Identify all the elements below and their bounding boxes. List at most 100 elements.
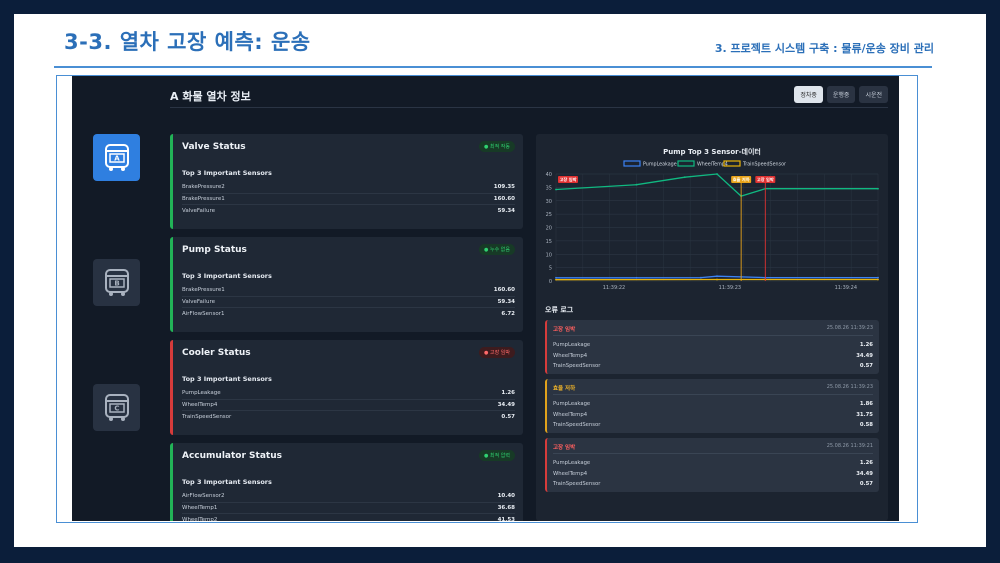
card-subtitle: Top 3 Important Sensors (182, 272, 272, 280)
sensor-row: PumpLeakage 1.26 (182, 388, 515, 400)
log-sensor-row: TrainSpeedSensor 0.58 (553, 420, 873, 431)
sensor-row: AirFlowSensor2 10.40 (182, 491, 515, 503)
sensor-panel: Pump Top 3 Sensor-데이터 0 5 10 15 20 25 30 35 40 11… (536, 134, 888, 521)
sensor-line-chart: 0 5 10 15 20 25 30 35 40 11:39:22 11:39:23 11:39:24… (546, 160, 879, 291)
sensor-value: 0.57 (859, 363, 873, 370)
y-tick-label: 15 (546, 239, 552, 245)
train-tile-a[interactable]: A (93, 134, 140, 181)
page-title: A 화물 열차 정보 (170, 90, 251, 103)
sensor-row: WheelTemp2 41.53 (182, 514, 515, 521)
log-divider (553, 453, 873, 454)
sensor-name: WheelTemp4 (182, 401, 218, 408)
error-log-item[interactable]: 고장 임박 25.08.26 11:39:23 PumpLeakage 1.26 Whe… (545, 320, 879, 374)
sensor-value: 1.86 (859, 401, 873, 408)
sensor-name: BrakePressure1 (182, 287, 225, 294)
train-letter: B (114, 279, 119, 287)
sensor-name: WheelTemp4 (553, 352, 588, 359)
error-log-item[interactable]: 고장 임박 25.08.26 11:39:21 PumpLeakage 1.26 Whe… (545, 438, 879, 492)
sensor-name: WheelTemp1 (182, 504, 218, 511)
legend-label: WheelTemp4 (697, 162, 728, 168)
sensor-value: 10.40 (497, 493, 515, 500)
sensor-name: ValveFailure (182, 207, 215, 214)
card-title: Pump Status (182, 245, 247, 255)
legend-label: PumpLeakage (643, 162, 677, 168)
y-tick-label: 40 (546, 172, 552, 178)
sensor-list: BrakePressure2 109.35 BrakePressure1 160.60… (182, 182, 515, 217)
sensor-name: PumpLeakage (182, 390, 221, 397)
sensor-row: ValveFailure 59.34 (182, 297, 515, 308)
legend-label: TrainSpeedSensor (742, 162, 786, 168)
train-tile-b[interactable]: B (93, 259, 140, 306)
annotation-label: 고장 임박 (757, 176, 774, 183)
sensor-value: 41.53 (497, 516, 515, 521)
train-tile-c[interactable]: C (93, 384, 140, 431)
card-title: Accumulator Status (182, 451, 282, 461)
log-sensor-row: WheelTemp4 31.75 (553, 410, 873, 421)
sensor-value: 1.26 (501, 390, 515, 397)
x-tick-label: 11:39:24 (835, 285, 857, 291)
y-tick-label: 25 (546, 212, 552, 218)
log-sensor-list: PumpLeakage 1.86 WheelTemp4 31.75 TrainSpeed… (553, 399, 873, 431)
sensor-value: 34.49 (497, 401, 515, 408)
data-point (635, 276, 638, 279)
log-type: 고장 임박 (553, 445, 576, 451)
train-icon: B (104, 268, 129, 296)
data-point (716, 275, 718, 278)
sensor-value: 34.49 (856, 470, 873, 477)
sensor-row: TrainSpeedSensor 0.57 (182, 411, 515, 423)
sensor-row: BrakePressure2 109.35 (182, 182, 515, 194)
y-tick-label: 0 (549, 279, 552, 285)
log-sensor-row: TrainSpeedSensor 0.57 (553, 361, 873, 372)
data-point (555, 188, 557, 191)
x-tick-label: 11:39:22 (603, 285, 625, 291)
test-run-button[interactable]: 시운전 (859, 86, 888, 103)
running-button[interactable]: 운행중 (826, 86, 856, 103)
sensor-value: 31.75 (856, 411, 873, 418)
dashboard-app: A 화물 열차 정보 정차중 운행중 시운전 A B C Valve Status ●… (72, 76, 899, 521)
valve-status-card: Valve Status ● 최적 작동 Top 3 Important Senso… (170, 134, 523, 229)
stopped-button[interactable]: 정차중 (794, 86, 823, 103)
data-point (635, 183, 638, 186)
sensor-value: 34.49 (856, 352, 873, 359)
x-tick-label: 11:39:23 (719, 285, 741, 291)
sensor-name: BrakePressure1 (182, 195, 225, 202)
sensor-value: 160.60 (493, 195, 515, 202)
sensor-name: AirFlowSensor2 (182, 493, 225, 500)
sensor-name: TrainSpeedSensor (553, 481, 601, 488)
data-point (555, 276, 557, 279)
log-type: 효율 저하 (553, 386, 576, 392)
sensor-value: 160.60 (493, 287, 515, 294)
sensor-row: BrakePressure1 160.60 (182, 285, 515, 297)
sensor-value: 1.26 (859, 342, 873, 349)
sensor-value: 0.58 (859, 422, 873, 429)
legend-swatch (677, 160, 695, 167)
data-point (877, 187, 879, 190)
sensor-name: ValveFailure (182, 298, 215, 305)
error-log-item[interactable]: 효율 저하 25.08.26 11:39:23 PumpLeakage 1.86 Whe… (545, 379, 879, 433)
status-badge: ● 최적 압력 (479, 450, 515, 461)
log-sensor-row: PumpLeakage 1.26 (553, 340, 873, 351)
data-point (683, 176, 686, 179)
y-tick-label: 30 (546, 199, 552, 205)
y-tick-label: 35 (546, 185, 552, 191)
status-badge: ● 누수 없음 (479, 244, 515, 255)
y-tick-label: 10 (546, 252, 552, 258)
y-tick-label: 5 (549, 266, 552, 272)
card-title: Valve Status (182, 142, 246, 152)
slide-subtitle: 3. 프로젝트 시스템 구축 : 물류/운송 장비 관리 (714, 42, 934, 55)
log-timestamp: 25.08.26 11:39:23 (826, 384, 873, 390)
train-letter: A (114, 154, 120, 162)
status-badge: ● 고장 임박 (479, 347, 515, 358)
card-subtitle: Top 3 Important Sensors (182, 478, 272, 486)
log-sensor-list: PumpLeakage 1.26 WheelTemp4 34.49 TrainSpeed… (553, 458, 873, 490)
sensor-name: WheelTemp4 (553, 470, 588, 477)
sensor-name: TrainSpeedSensor (553, 422, 601, 429)
data-point (877, 278, 879, 281)
train-icon: C (104, 393, 129, 421)
sensor-value: 0.57 (859, 481, 873, 488)
data-point (716, 278, 718, 281)
sensor-list: BrakePressure1 160.60 ValveFailure 59.34 Air… (182, 285, 515, 320)
sensor-row: AirFlowSensor1 6.72 (182, 308, 515, 320)
annotation-label: 효율 저하 (733, 176, 750, 183)
sensor-value: 59.34 (497, 207, 515, 214)
